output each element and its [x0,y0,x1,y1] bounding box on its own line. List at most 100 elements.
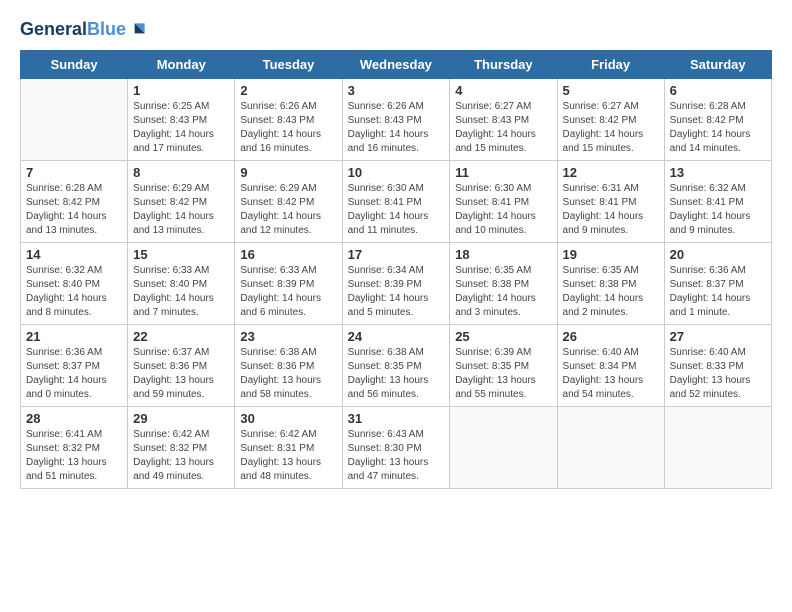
calendar-week-2: 7 Sunrise: 6:28 AM Sunset: 8:42 PM Daylig… [21,161,772,243]
calendar-cell [557,407,664,489]
calendar-cell: 13 Sunrise: 6:32 AM Sunset: 8:41 PM Dayli… [664,161,771,243]
day-number: 22 [133,329,229,344]
calendar-table: SundayMondayTuesdayWednesdayThursdayFrid… [20,50,772,489]
calendar-cell: 21Sunrise: 6:36 AM Sunset: 8:37 PM Dayli… [21,325,128,407]
day-number: 11 [455,165,551,180]
calendar-header-row: SundayMondayTuesdayWednesdayThursdayFrid… [21,51,772,79]
calendar-body: 1 Sunrise: 6:25 AM Sunset: 8:43 PM Daylig… [21,79,772,489]
day-number: 9 [240,165,336,180]
calendar-cell [450,407,557,489]
day-number: 2 [240,83,336,98]
calendar-cell: 31Sunrise: 6:43 AM Sunset: 8:30 PM Dayli… [342,407,450,489]
calendar-cell: 6 Sunrise: 6:28 AM Sunset: 8:42 PM Daylig… [664,79,771,161]
day-number: 27 [670,329,766,344]
calendar-cell: 28Sunrise: 6:41 AM Sunset: 8:32 PM Dayli… [21,407,128,489]
day-info: Sunrise: 6:29 AM Sunset: 8:42 PM Dayligh… [133,182,229,238]
day-info: Sunrise: 6:30 AM Sunset: 8:41 PM Dayligh… [348,182,445,238]
calendar-cell: 15Sunrise: 6:33 AM Sunset: 8:40 PM Dayli… [128,243,235,325]
day-number: 13 [670,165,766,180]
day-info: Sunrise: 6:41 AM Sunset: 8:32 PM Dayligh… [26,428,122,484]
calendar-cell: 1 Sunrise: 6:25 AM Sunset: 8:43 PM Daylig… [128,79,235,161]
day-info: Sunrise: 6:27 AM Sunset: 8:43 PM Dayligh… [455,100,551,156]
day-number: 19 [563,247,659,262]
calendar-cell: 29 Sunrise: 6:42 AM Sunset: 8:32 PM Dayli… [128,407,235,489]
calendar-cell: 22 Sunrise: 6:37 AM Sunset: 8:36 PM Dayli… [128,325,235,407]
column-header-wednesday: Wednesday [342,51,450,79]
column-header-sunday: Sunday [21,51,128,79]
day-number: 29 [133,411,229,426]
column-header-friday: Friday [557,51,664,79]
calendar-cell: 23 Sunrise: 6:38 AM Sunset: 8:36 PM Dayli… [235,325,342,407]
calendar-cell: 5Sunrise: 6:27 AM Sunset: 8:42 PM Daylig… [557,79,664,161]
calendar-cell: 8 Sunrise: 6:29 AM Sunset: 8:42 PM Daylig… [128,161,235,243]
day-info: Sunrise: 6:31 AM Sunset: 8:41 PM Dayligh… [563,182,659,238]
day-info: Sunrise: 6:43 AM Sunset: 8:30 PM Dayligh… [348,428,445,484]
calendar-cell: 19 Sunrise: 6:35 AM Sunset: 8:38 PM Dayli… [557,243,664,325]
day-info: Sunrise: 6:39 AM Sunset: 8:35 PM Dayligh… [455,346,551,402]
day-number: 16 [240,247,336,262]
day-info: Sunrise: 6:32 AM Sunset: 8:41 PM Dayligh… [670,182,766,238]
column-header-monday: Monday [128,51,235,79]
calendar-cell: 12 Sunrise: 6:31 AM Sunset: 8:41 PM Dayli… [557,161,664,243]
calendar-cell: 30Sunrise: 6:42 AM Sunset: 8:31 PM Dayli… [235,407,342,489]
calendar-cell: 10 Sunrise: 6:30 AM Sunset: 8:41 PM Dayli… [342,161,450,243]
day-number: 14 [26,247,122,262]
calendar-cell: 11 Sunrise: 6:30 AM Sunset: 8:41 PM Dayli… [450,161,557,243]
day-info: Sunrise: 6:34 AM Sunset: 8:39 PM Dayligh… [348,264,445,320]
day-number: 23 [240,329,336,344]
calendar-cell: 3 Sunrise: 6:26 AM Sunset: 8:43 PM Daylig… [342,79,450,161]
day-info: Sunrise: 6:29 AM Sunset: 8:42 PM Dayligh… [240,182,336,238]
day-info: Sunrise: 6:28 AM Sunset: 8:42 PM Dayligh… [670,100,766,156]
day-info: Sunrise: 6:26 AM Sunset: 8:43 PM Dayligh… [240,100,336,156]
day-info: Sunrise: 6:30 AM Sunset: 8:41 PM Dayligh… [455,182,551,238]
day-info: Sunrise: 6:32 AM Sunset: 8:40 PM Dayligh… [26,264,122,320]
calendar-cell [21,79,128,161]
day-info: Sunrise: 6:36 AM Sunset: 8:37 PM Dayligh… [670,264,766,320]
calendar-week-5: 28Sunrise: 6:41 AM Sunset: 8:32 PM Dayli… [21,407,772,489]
calendar-cell: 17 Sunrise: 6:34 AM Sunset: 8:39 PM Dayli… [342,243,450,325]
calendar-cell: 9 Sunrise: 6:29 AM Sunset: 8:42 PM Daylig… [235,161,342,243]
day-number: 7 [26,165,122,180]
day-number: 4 [455,83,551,98]
day-number: 1 [133,83,229,98]
calendar-cell: 25 Sunrise: 6:39 AM Sunset: 8:35 PM Dayli… [450,325,557,407]
calendar-cell: 27Sunrise: 6:40 AM Sunset: 8:33 PM Dayli… [664,325,771,407]
column-header-thursday: Thursday [450,51,557,79]
day-number: 8 [133,165,229,180]
day-info: Sunrise: 6:35 AM Sunset: 8:38 PM Dayligh… [563,264,659,320]
calendar-week-3: 14 Sunrise: 6:32 AM Sunset: 8:40 PM Dayli… [21,243,772,325]
day-info: Sunrise: 6:40 AM Sunset: 8:34 PM Dayligh… [563,346,659,402]
day-number: 21 [26,329,122,344]
calendar-week-4: 21Sunrise: 6:36 AM Sunset: 8:37 PM Dayli… [21,325,772,407]
day-number: 17 [348,247,445,262]
day-number: 6 [670,83,766,98]
day-number: 25 [455,329,551,344]
calendar-cell: 4 Sunrise: 6:27 AM Sunset: 8:43 PM Daylig… [450,79,557,161]
day-number: 12 [563,165,659,180]
calendar-cell: 16Sunrise: 6:33 AM Sunset: 8:39 PM Dayli… [235,243,342,325]
calendar-cell: 24Sunrise: 6:38 AM Sunset: 8:35 PM Dayli… [342,325,450,407]
calendar-cell: 14 Sunrise: 6:32 AM Sunset: 8:40 PM Dayli… [21,243,128,325]
day-number: 26 [563,329,659,344]
logo: GeneralBlue [20,20,148,40]
column-header-tuesday: Tuesday [235,51,342,79]
day-info: Sunrise: 6:28 AM Sunset: 8:42 PM Dayligh… [26,182,122,238]
day-number: 20 [670,247,766,262]
calendar-cell: 20 Sunrise: 6:36 AM Sunset: 8:37 PM Dayli… [664,243,771,325]
day-info: Sunrise: 6:38 AM Sunset: 8:36 PM Dayligh… [240,346,336,402]
day-info: Sunrise: 6:42 AM Sunset: 8:32 PM Dayligh… [133,428,229,484]
day-info: Sunrise: 6:26 AM Sunset: 8:43 PM Dayligh… [348,100,445,156]
calendar-cell: 26 Sunrise: 6:40 AM Sunset: 8:34 PM Dayli… [557,325,664,407]
day-number: 5 [563,83,659,98]
day-number: 10 [348,165,445,180]
day-info: Sunrise: 6:37 AM Sunset: 8:36 PM Dayligh… [133,346,229,402]
column-header-saturday: Saturday [664,51,771,79]
page-header: GeneralBlue [20,20,772,40]
day-info: Sunrise: 6:25 AM Sunset: 8:43 PM Dayligh… [133,100,229,156]
logo-icon [128,20,148,40]
day-info: Sunrise: 6:42 AM Sunset: 8:31 PM Dayligh… [240,428,336,484]
day-info: Sunrise: 6:35 AM Sunset: 8:38 PM Dayligh… [455,264,551,320]
day-number: 3 [348,83,445,98]
day-number: 18 [455,247,551,262]
day-info: Sunrise: 6:38 AM Sunset: 8:35 PM Dayligh… [348,346,445,402]
